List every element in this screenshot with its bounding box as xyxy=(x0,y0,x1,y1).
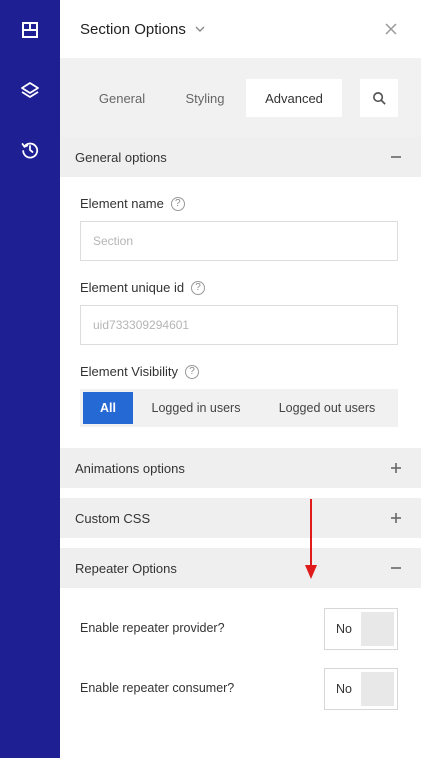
repeater-consumer-toggle[interactable]: No xyxy=(324,668,398,710)
element-visibility-label-text: Element Visibility xyxy=(80,364,179,379)
collapse-minus-icon xyxy=(391,567,401,569)
toggle-state-text: No xyxy=(336,682,352,696)
visibility-option-logged-out[interactable]: Logged out users xyxy=(260,392,394,424)
toggle-knob xyxy=(361,612,394,646)
visibility-option-logged-in[interactable]: Logged in users xyxy=(138,392,254,424)
search-icon xyxy=(372,91,386,105)
search-button[interactable] xyxy=(360,79,398,117)
help-icon[interactable]: ? xyxy=(185,364,200,379)
help-icon[interactable]: ? xyxy=(191,280,206,295)
left-icon-rail xyxy=(0,0,60,758)
tab-styling[interactable]: Styling xyxy=(167,79,243,117)
tab-bar: General Styling Advanced xyxy=(60,58,421,137)
repeater-provider-toggle[interactable]: No xyxy=(324,608,398,650)
visibility-segmented-control: All Logged in users Logged out users xyxy=(80,389,398,427)
toggle-state-text: No xyxy=(336,622,352,636)
close-icon[interactable] xyxy=(383,21,399,37)
history-icon xyxy=(21,142,39,159)
element-name-label: Element name ? xyxy=(80,196,185,211)
rail-history-button[interactable] xyxy=(0,120,60,180)
repeater-options-title: Repeater Options xyxy=(75,560,177,576)
element-name-label-text: Element name xyxy=(80,196,164,211)
general-options-title: General options xyxy=(75,149,167,165)
element-visibility-label: Element Visibility ? xyxy=(80,364,200,379)
collapse-minus-icon xyxy=(391,156,401,158)
rail-layout-button[interactable] xyxy=(0,0,60,60)
element-unique-id-label: Element unique id ? xyxy=(80,280,206,295)
panel-header: Section Options xyxy=(60,0,421,58)
visibility-option-all[interactable]: All xyxy=(83,392,133,424)
element-unique-id-label-text: Element unique id xyxy=(80,280,185,295)
layers-icon xyxy=(21,82,39,98)
toggle-knob xyxy=(361,672,394,706)
repeater-provider-label: Enable repeater provider? xyxy=(80,621,225,635)
animations-options-header[interactable]: Animations options xyxy=(60,448,421,488)
tab-advanced[interactable]: Advanced xyxy=(246,79,342,117)
repeater-options-header[interactable]: Repeater Options xyxy=(60,548,421,588)
repeater-consumer-label: Enable repeater consumer? xyxy=(80,681,235,695)
element-name-input[interactable] xyxy=(80,221,398,261)
annotation-arrow-icon xyxy=(305,499,317,579)
expand-plus-icon xyxy=(391,513,401,523)
custom-css-header[interactable]: Custom CSS xyxy=(60,498,421,538)
panel-title[interactable]: Section Options xyxy=(80,21,186,38)
element-unique-id-input[interactable] xyxy=(80,305,398,345)
section-options-panel: Section Options General Styling Advanced… xyxy=(60,0,421,758)
rail-layers-button[interactable] xyxy=(0,60,60,120)
animations-options-title: Animations options xyxy=(75,460,185,476)
expand-plus-icon xyxy=(391,463,401,473)
chevron-down-icon[interactable] xyxy=(194,23,206,35)
tab-general[interactable]: General xyxy=(84,79,160,117)
custom-css-title: Custom CSS xyxy=(75,510,151,526)
general-options-header[interactable]: General options xyxy=(60,137,421,177)
help-icon[interactable]: ? xyxy=(170,196,185,211)
layout-grid-icon xyxy=(22,22,38,38)
